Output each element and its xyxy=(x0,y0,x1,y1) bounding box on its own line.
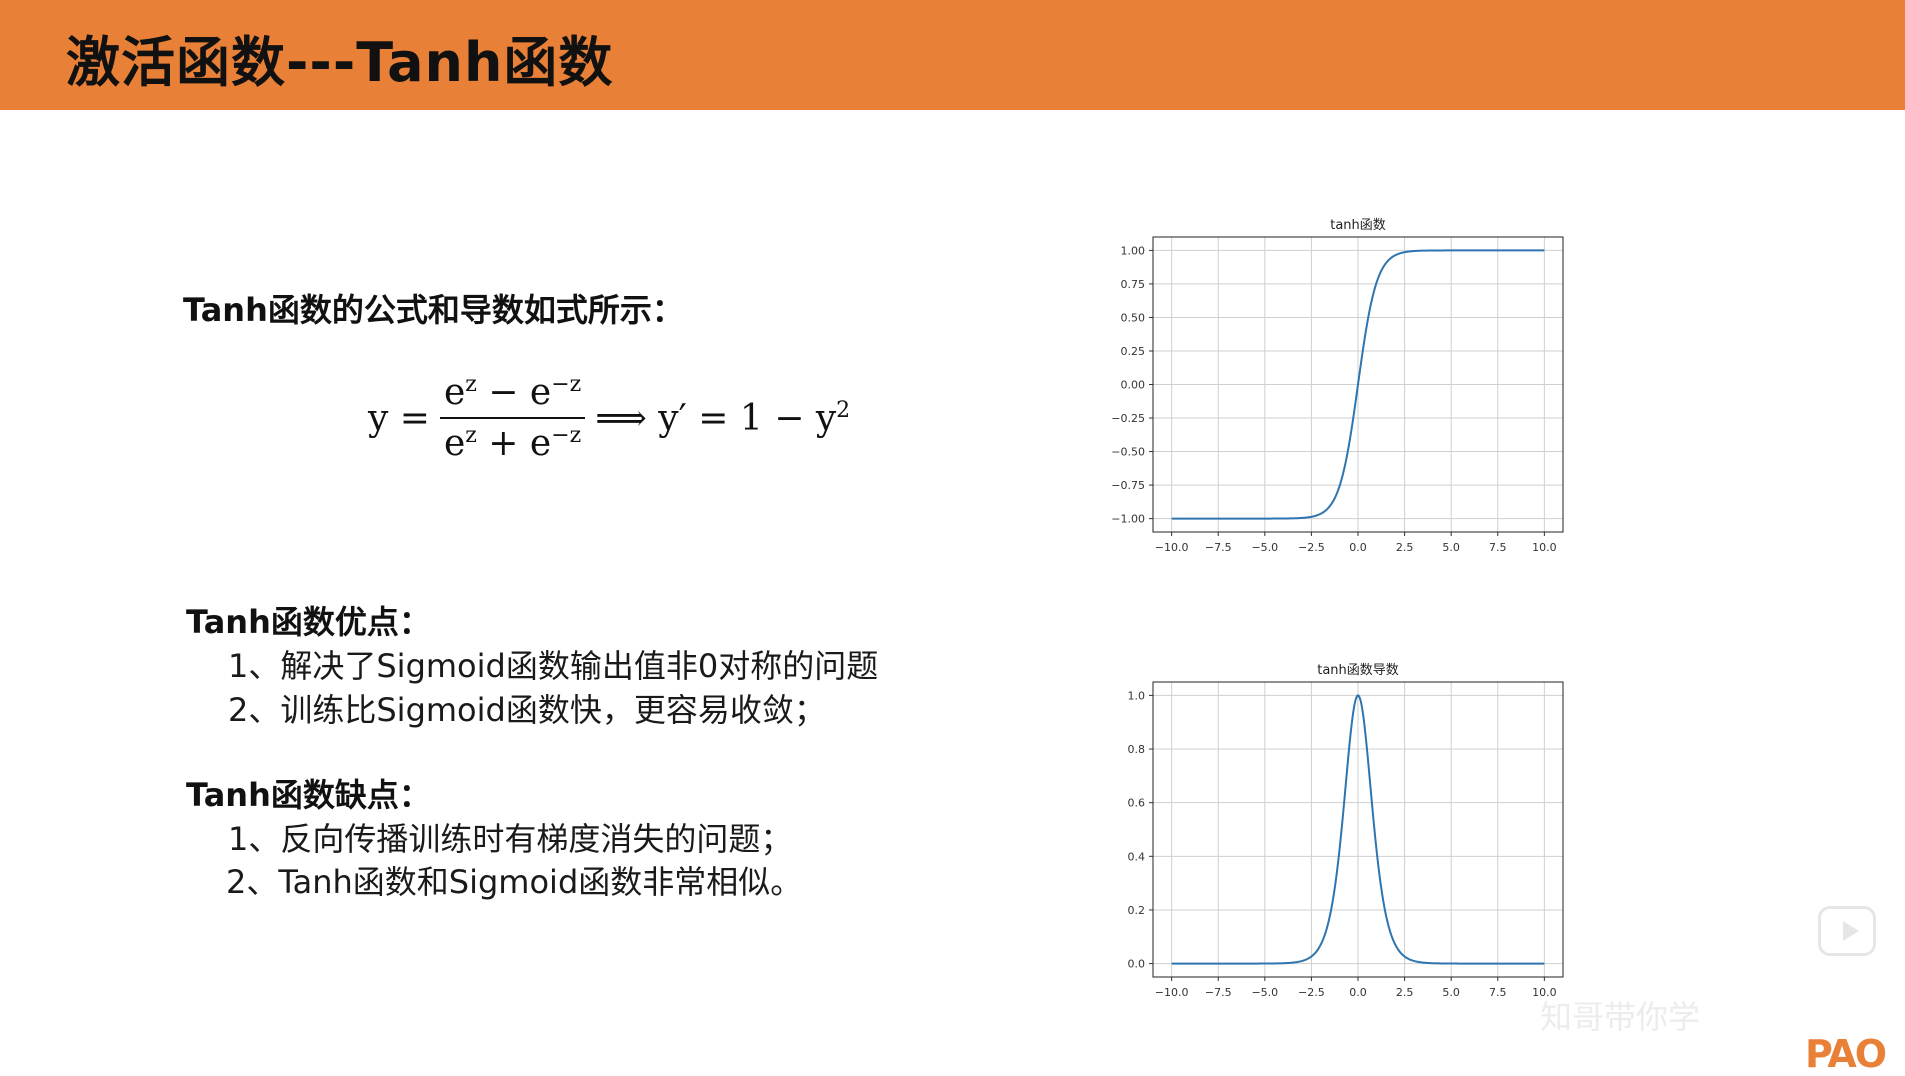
y-tick-label: 1.00 xyxy=(1121,244,1146,257)
slide-header: 激活函数---Tanh函数 xyxy=(0,0,1905,110)
watermark: 知哥带你学 xyxy=(1540,998,1701,1036)
tanh-derivative-chart: tanh函数导数 −10.0 −7.5 −5.0 −2.5 0.0 2.5 5.0 7.5 10.… xyxy=(1105,657,1575,1012)
formula-lhs: y = xyxy=(368,397,430,439)
y-tick-label: 1.0 xyxy=(1128,689,1146,702)
y-tick-label: −0.25 xyxy=(1111,412,1145,425)
cons-item: 1、反向传播训练时有梯度消失的问题； xyxy=(228,820,793,858)
chart-title: tanh函数导数 xyxy=(1317,663,1399,678)
slide-title: 激活函数---Tanh函数 xyxy=(66,31,614,94)
x-tick-label: 5.0 xyxy=(1442,541,1460,554)
y-tick-label: 0.8 xyxy=(1128,743,1146,756)
x-tick-label: 2.5 xyxy=(1396,541,1414,554)
x-tick-label: 10.0 xyxy=(1532,541,1557,554)
x-tick-label: 0.0 xyxy=(1349,986,1367,999)
y-tick-label: 0.6 xyxy=(1128,797,1146,810)
formula-numerator: ez − e−z xyxy=(439,372,586,419)
formula-denominator: ez + e−z xyxy=(443,423,582,464)
formula-intro: Tanh函数的公式和导数如式所示： xyxy=(183,291,684,329)
y-tick-label: 0.4 xyxy=(1128,850,1146,863)
y-tick-label: 0.0 xyxy=(1128,958,1146,971)
tanh-chart: tanh函数 −10.0 −7.5 −5.0 −2.5 0.0 2.5 5.0 7.5 10.0 −… xyxy=(1105,212,1575,567)
x-tick-label: 5.0 xyxy=(1442,986,1460,999)
tanh-chart-svg: tanh函数 −10.0 −7.5 −5.0 −2.5 0.0 2.5 5.0 7.5 10.0 −… xyxy=(1111,218,1564,554)
x-tick-label: 0.0 xyxy=(1349,541,1367,554)
x-tick-label: −7.5 xyxy=(1205,541,1232,554)
x-tick-label: −2.5 xyxy=(1298,541,1325,554)
brand-logo: PAO xyxy=(1805,1032,1887,1076)
play-button-icon[interactable] xyxy=(1818,906,1876,956)
tanh-formula: y = ez − e−z ez + e−z ⟹ y′ = 1 − y2 xyxy=(368,368,850,468)
x-tick-label: −5.0 xyxy=(1251,986,1278,999)
y-tick-label: 0.00 xyxy=(1121,379,1146,392)
formula-rhs: ⟹ y′ = 1 − y2 xyxy=(595,397,851,439)
x-tick-label: −10.0 xyxy=(1155,986,1189,999)
formula-fraction: ez − e−z ez + e−z xyxy=(439,372,586,464)
x-tick-label: 2.5 xyxy=(1396,986,1414,999)
chart-title: tanh函数 xyxy=(1330,218,1386,233)
y-tick-label: 0.50 xyxy=(1121,311,1146,324)
x-tick-label: −2.5 xyxy=(1298,986,1325,999)
x-tick-label: −5.0 xyxy=(1251,541,1278,554)
pros-item: 2、训练比Sigmoid函数快，更容易收敛； xyxy=(228,691,826,729)
pros-item: 1、解决了Sigmoid函数输出值非0对称的问题 xyxy=(228,647,879,685)
tanh-derivative-chart-svg: tanh函数导数−10.0 −7.5 −5.0 −2.5 0.0 2.5 5.0 7.5 10.… xyxy=(1128,663,1564,999)
y-tick-label: 0.75 xyxy=(1121,278,1146,291)
pros-title: Tanh函数优点： xyxy=(186,603,431,641)
y-tick-label: −1.00 xyxy=(1111,513,1145,526)
y-tick-label: −0.75 xyxy=(1111,479,1145,492)
x-tick-label: 7.5 xyxy=(1489,541,1507,554)
y-tick-label: −0.50 xyxy=(1111,446,1145,459)
x-tick-label: −10.0 xyxy=(1155,541,1189,554)
x-tick-label: −7.5 xyxy=(1205,986,1232,999)
cons-title: Tanh函数缺点： xyxy=(186,776,431,814)
x-tick-label: 7.5 xyxy=(1489,986,1507,999)
y-tick-label: 0.2 xyxy=(1128,904,1146,917)
y-tick-label: 0.25 xyxy=(1121,345,1146,358)
cons-item: 2、Tanh函数和Sigmoid函数非常相似。 xyxy=(226,863,803,901)
